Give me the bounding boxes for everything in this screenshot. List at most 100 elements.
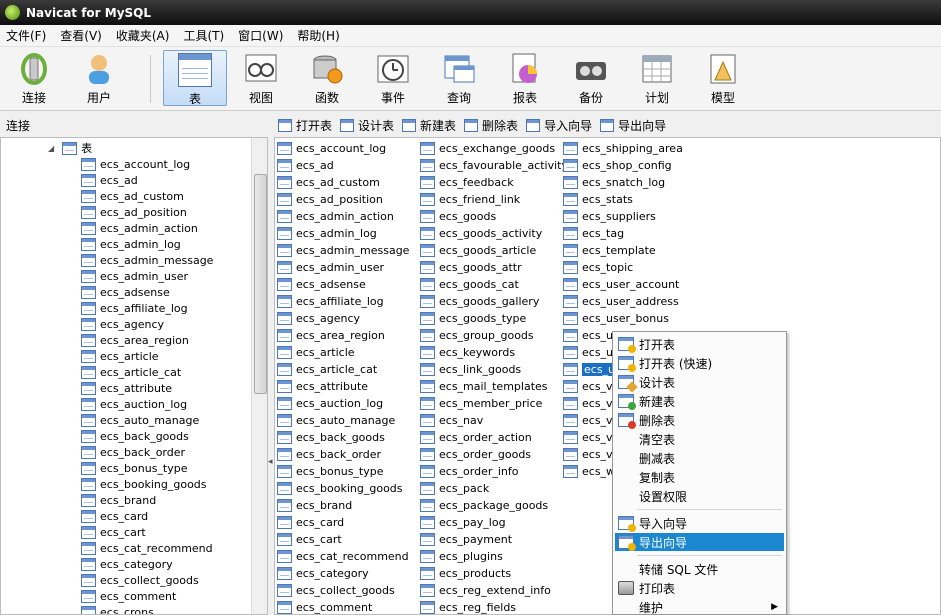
table-list-item[interactable]: ecs_attribute	[277, 378, 409, 395]
tree-node-tables[interactable]: ◢ 表	[48, 140, 92, 156]
table-list-item[interactable]: ecs_tag	[563, 225, 683, 242]
table-list-item[interactable]: ecs_topic	[563, 259, 683, 276]
table-list-item[interactable]: ecs_goods_attr	[420, 259, 568, 276]
menu-help[interactable]: 帮助(H)	[295, 26, 341, 45]
tree-table-item[interactable]: ecs_admin_action	[81, 220, 213, 236]
table-list-item[interactable]: ecs_plugins	[420, 548, 568, 565]
ctx-maintain[interactable]: 维护 ▶	[615, 598, 784, 615]
table-list-item[interactable]: ecs_card	[277, 514, 409, 531]
tree-table-item[interactable]: ecs_ad_position	[81, 204, 213, 220]
table-list-item[interactable]: ecs_goods_article	[420, 242, 568, 259]
table-list-item[interactable]: ecs_agency	[277, 310, 409, 327]
tree-table-item[interactable]: ecs_comment	[81, 588, 213, 604]
toolbar-connection-button[interactable]: 连接	[2, 50, 66, 106]
table-list-item[interactable]: ecs_favourable_activity	[420, 157, 568, 174]
delete-table-button[interactable]: 删除表	[464, 117, 518, 134]
toolbar-report-button[interactable]: 报表	[493, 50, 557, 106]
table-list-item[interactable]: ecs_pack	[420, 480, 568, 497]
table-list-item[interactable]: ecs_suppliers	[563, 208, 683, 225]
toolbar-query-button[interactable]: 查询	[427, 50, 491, 106]
ctx-design-table[interactable]: 设计表	[615, 373, 784, 391]
table-list-item[interactable]: ecs_snatch_log	[563, 174, 683, 191]
table-list-item[interactable]: ecs_reg_fields	[420, 599, 568, 614]
ctx-truncate-table[interactable]: 删减表	[615, 449, 784, 467]
tree-table-item[interactable]: ecs_account_log	[81, 156, 213, 172]
open-table-button[interactable]: 打开表	[278, 117, 332, 134]
table-list-item[interactable]: ecs_affiliate_log	[277, 293, 409, 310]
table-list-item[interactable]: ecs_cart	[277, 531, 409, 548]
table-list-item[interactable]: ecs_back_goods	[277, 429, 409, 446]
toolbar-function-button[interactable]: 函数	[295, 50, 359, 106]
tree-table-item[interactable]: ecs_adsense	[81, 284, 213, 300]
ctx-open-table-quick[interactable]: 打开表 (快速)	[615, 354, 784, 372]
table-list-item[interactable]: ecs_comment	[277, 599, 409, 614]
table-list-item[interactable]: ecs_auto_manage	[277, 412, 409, 429]
table-list-item[interactable]: ecs_article_cat	[277, 361, 409, 378]
table-list-item[interactable]: ecs_template	[563, 242, 683, 259]
tree-table-item[interactable]: ecs_category	[81, 556, 213, 572]
tree-table-item[interactable]: ecs_crons	[81, 604, 213, 614]
table-list-item[interactable]: ecs_back_order	[277, 446, 409, 463]
table-list-item[interactable]: ecs_keywords	[420, 344, 568, 361]
table-list-item[interactable]: ecs_cat_recommend	[277, 548, 409, 565]
table-list-item[interactable]: ecs_ad_position	[277, 191, 409, 208]
table-list-item[interactable]: ecs_stats	[563, 191, 683, 208]
table-list-item[interactable]: ecs_admin_message	[277, 242, 409, 259]
tree-table-item[interactable]: ecs_article	[81, 348, 213, 364]
table-list-item[interactable]: ecs_pay_log	[420, 514, 568, 531]
ctx-export-wizard[interactable]: 导出向导	[615, 533, 784, 551]
ctx-print-table[interactable]: 打印表	[615, 579, 784, 597]
table-list-item[interactable]: ecs_mail_templates	[420, 378, 568, 395]
table-list-item[interactable]: ecs_link_goods	[420, 361, 568, 378]
ctx-empty-table[interactable]: 清空表	[615, 430, 784, 448]
table-list-item[interactable]: ecs_collect_goods	[277, 582, 409, 599]
table-list-item[interactable]: ecs_brand	[277, 497, 409, 514]
collapse-left-icon[interactable]: ◂	[268, 457, 273, 467]
table-list-item[interactable]: ecs_auction_log	[277, 395, 409, 412]
table-list-item[interactable]: ecs_admin_user	[277, 259, 409, 276]
tree-table-item[interactable]: ecs_booking_goods	[81, 476, 213, 492]
tree-table-item[interactable]: ecs_back_goods	[81, 428, 213, 444]
tree-table-item[interactable]: ecs_admin_user	[81, 268, 213, 284]
table-list-item[interactable]: ecs_package_goods	[420, 497, 568, 514]
table-list-item[interactable]: ecs_booking_goods	[277, 480, 409, 497]
table-list-item[interactable]: ecs_products	[420, 565, 568, 582]
tree-scrollbar[interactable]	[251, 138, 267, 614]
toolbar-view-button[interactable]: 视图	[229, 50, 293, 106]
table-list-item[interactable]: ecs_goods_activity	[420, 225, 568, 242]
tree-table-item[interactable]: ecs_auction_log	[81, 396, 213, 412]
menu-favorites[interactable]: 收藏夹(A)	[114, 26, 172, 45]
tree-table-item[interactable]: ecs_area_region	[81, 332, 213, 348]
ctx-import-wizard[interactable]: 导入向导	[615, 514, 784, 532]
tree-table-item[interactable]: ecs_ad_custom	[81, 188, 213, 204]
table-list-item[interactable]: ecs_shop_config	[563, 157, 683, 174]
ctx-set-permissions[interactable]: 设置权限	[615, 487, 784, 505]
table-list-item[interactable]: ecs_user_address	[563, 293, 683, 310]
tree-table-item[interactable]: ecs_article_cat	[81, 364, 213, 380]
menu-tools[interactable]: 工具(T)	[181, 26, 226, 45]
table-list-item[interactable]: ecs_admin_log	[277, 225, 409, 242]
table-list-item[interactable]: ecs_category	[277, 565, 409, 582]
table-list-item[interactable]: ecs_bonus_type	[277, 463, 409, 480]
table-list-item[interactable]: ecs_friend_link	[420, 191, 568, 208]
table-list-item[interactable]: ecs_goods_type	[420, 310, 568, 327]
table-list-item[interactable]: ecs_goods_gallery	[420, 293, 568, 310]
toolbar-table-button[interactable]: 表	[163, 50, 227, 106]
tree-table-item[interactable]: ecs_bonus_type	[81, 460, 213, 476]
import-wizard-button[interactable]: 导入向导	[526, 117, 592, 134]
table-list-item[interactable]: ecs_ad	[277, 157, 409, 174]
table-list-item[interactable]: ecs_shipping_area	[563, 140, 683, 157]
tree-table-item[interactable]: ecs_agency	[81, 316, 213, 332]
table-list-item[interactable]: ecs_user_bonus	[563, 310, 683, 327]
tree-scrollbar-thumb[interactable]	[254, 174, 267, 394]
tree-table-item[interactable]: ecs_collect_goods	[81, 572, 213, 588]
tree-table-item[interactable]: ecs_attribute	[81, 380, 213, 396]
new-table-button[interactable]: 新建表	[402, 117, 456, 134]
tree-table-item[interactable]: ecs_cat_recommend	[81, 540, 213, 556]
tree-table-item[interactable]: ecs_brand	[81, 492, 213, 508]
table-list-item[interactable]: ecs_reg_extend_info	[420, 582, 568, 599]
table-list-item[interactable]: ecs_area_region	[277, 327, 409, 344]
table-list-item[interactable]: ecs_goods_cat	[420, 276, 568, 293]
table-list-item[interactable]: ecs_nav	[420, 412, 568, 429]
table-list-item[interactable]: ecs_payment	[420, 531, 568, 548]
